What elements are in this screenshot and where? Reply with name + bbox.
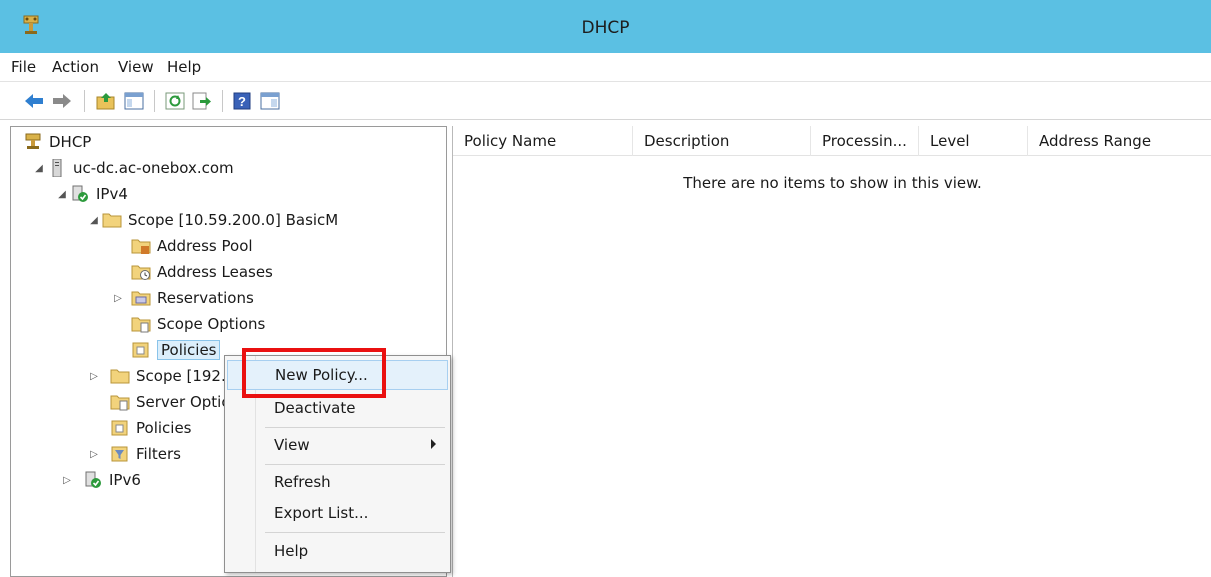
tree-node-policies-server[interactable]: Policies: [110, 416, 191, 440]
policies-icon: [111, 420, 128, 436]
tree-node-scope-2[interactable]: ▷ Scope [192.: [86, 364, 226, 388]
menu-item-view[interactable]: View: [227, 430, 448, 460]
ipv6-icon: [85, 471, 101, 488]
window-title: DHCP: [581, 18, 630, 38]
column-header-address-range[interactable]: Address Range: [1028, 126, 1211, 156]
refresh-icon[interactable]: [165, 91, 185, 111]
scope-options-icon: [131, 317, 151, 333]
column-headers: Policy Name Description Processin... Lev…: [453, 126, 1211, 156]
menu-item-view-label: View: [274, 436, 310, 454]
dhcp-icon: [25, 133, 41, 149]
submenu-arrow-icon: [431, 439, 436, 449]
forward-arrow-icon[interactable]: [52, 91, 72, 111]
svg-text:?: ?: [238, 94, 246, 109]
up-folder-icon[interactable]: [96, 91, 116, 111]
menu-file[interactable]: File: [11, 58, 36, 76]
address-pool-icon: [131, 239, 151, 254]
address-leases-icon: [131, 265, 151, 280]
menu-bar: File Action View Help: [0, 53, 1211, 82]
show-hide-tree-icon[interactable]: [124, 91, 144, 111]
tree-node-scope-1[interactable]: ◢ Scope [10.59.200.0] BasicM: [86, 208, 338, 232]
empty-list-message: There are no items to show in this view.: [683, 174, 982, 192]
expand-arrow-icon[interactable]: ▷: [59, 475, 75, 486]
column-header-processing-order[interactable]: Processin...: [811, 126, 919, 156]
policies-icon: [132, 342, 149, 358]
tree-node-server-options[interactable]: Server Optic: [110, 390, 230, 414]
menu-item-help[interactable]: Help: [227, 536, 448, 566]
expand-arrow-icon[interactable]: ▷: [86, 449, 102, 460]
collapse-arrow-icon[interactable]: ◢: [54, 189, 70, 200]
expand-arrow-icon[interactable]: ▷: [86, 371, 102, 382]
menu-item-refresh[interactable]: Refresh: [227, 467, 448, 497]
column-header-description[interactable]: Description: [633, 126, 811, 156]
ipv4-icon: [72, 185, 88, 202]
folder-icon: [110, 369, 130, 384]
menu-help[interactable]: Help: [167, 58, 201, 76]
title-bar: DHCP: [0, 0, 1211, 53]
tree-node-ipv6[interactable]: ▷ IPv6: [59, 468, 141, 492]
tree-node-reservations[interactable]: ▷ Reservations: [110, 286, 254, 310]
menu-item-export-list[interactable]: Export List...: [227, 498, 448, 528]
tree-node-dhcp[interactable]: DHCP: [23, 130, 91, 154]
collapse-arrow-icon[interactable]: ◢: [31, 163, 47, 174]
menu-action[interactable]: Action: [52, 58, 99, 76]
tree-node-server[interactable]: ◢ uc-dc.ac-onebox.com: [31, 156, 234, 180]
reservations-icon: [131, 291, 151, 306]
column-header-policy-name[interactable]: Policy Name: [453, 126, 633, 156]
export-list-icon[interactable]: [192, 91, 212, 111]
help-icon[interactable]: ?: [232, 91, 252, 111]
tree-node-policies-scope[interactable]: Policies: [131, 338, 221, 362]
tree-node-filters[interactable]: ▷ Filters: [86, 442, 181, 466]
menu-view[interactable]: View: [118, 58, 154, 76]
results-pane: Policy Name Description Processin... Lev…: [452, 126, 1211, 577]
tree-node-address-leases[interactable]: Address Leases: [131, 260, 273, 284]
highlight-annotation-box: [242, 348, 386, 398]
server-icon: [52, 159, 62, 177]
folder-icon: [102, 213, 122, 228]
properties-icon[interactable]: [260, 91, 280, 111]
tree-node-ipv4[interactable]: ◢ IPv4: [54, 182, 128, 206]
filters-icon: [111, 446, 128, 462]
collapse-arrow-icon[interactable]: ◢: [86, 215, 102, 226]
tree-node-scope-options[interactable]: Scope Options: [131, 312, 265, 336]
expand-arrow-icon[interactable]: ▷: [110, 293, 126, 304]
server-options-icon: [110, 395, 130, 411]
column-header-level[interactable]: Level: [919, 126, 1028, 156]
back-arrow-icon[interactable]: [24, 91, 44, 111]
tree-node-address-pool[interactable]: Address Pool: [131, 234, 253, 258]
toolbar: ?: [0, 82, 1211, 120]
